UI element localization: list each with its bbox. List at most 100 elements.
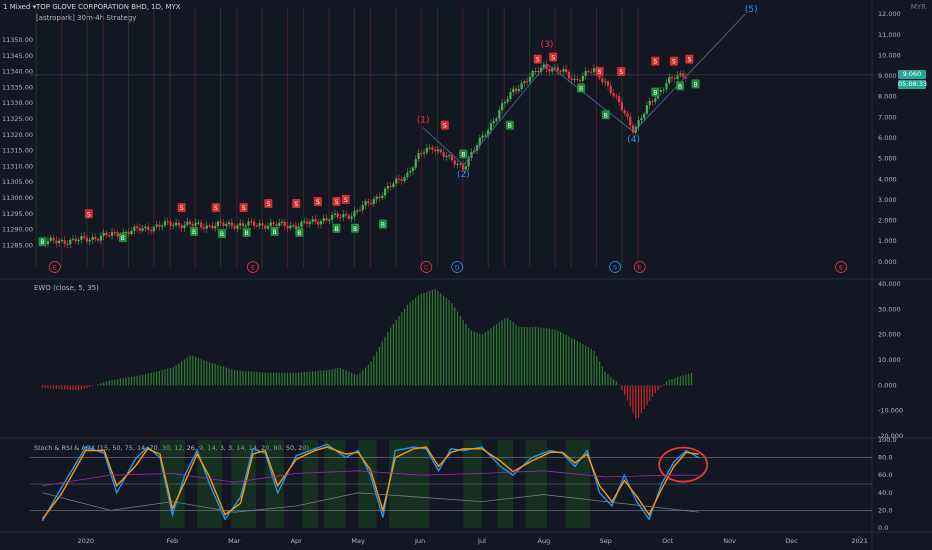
candle-body <box>124 232 128 234</box>
candle-body <box>57 240 61 244</box>
candle-body <box>495 118 498 122</box>
candle-body <box>63 240 66 244</box>
candle-body <box>445 155 448 157</box>
candle-body <box>214 226 217 229</box>
candle-body <box>155 224 158 227</box>
candle-body <box>331 214 334 220</box>
wave-label: (3) <box>541 40 554 50</box>
candle-body <box>325 218 328 221</box>
sell-signal-label: S <box>536 57 540 64</box>
candle-body <box>381 195 384 199</box>
candle-body <box>548 69 551 72</box>
candle-body <box>202 227 206 229</box>
candle-body <box>197 222 200 224</box>
oscillator-axis-tick: 60.0 <box>878 471 892 479</box>
candle-body <box>645 105 649 114</box>
candle-body <box>292 225 295 227</box>
candle-body <box>241 223 245 226</box>
sell-signal-label: S <box>214 205 218 212</box>
cycle-marker-label: E <box>251 265 255 272</box>
candle-body <box>314 218 317 222</box>
right-axis-tick: 4.000 <box>878 175 897 183</box>
candle-body <box>617 96 621 103</box>
candle-body <box>406 172 409 178</box>
x-axis-tick: 2020 <box>77 537 94 545</box>
candle-body <box>431 147 434 150</box>
left-axis-tick: 11310.00 <box>2 162 33 170</box>
left-axis-tick: 11335.00 <box>2 83 33 91</box>
ewo-axis-tick: 10.000 <box>878 356 901 364</box>
right-axis-tick: 2.000 <box>878 217 897 225</box>
candle-body <box>138 228 141 231</box>
candle-body <box>498 110 501 119</box>
x-axis-tick: May <box>351 537 365 545</box>
candle-body <box>77 239 80 242</box>
candle-body <box>643 113 646 119</box>
candle-body <box>395 178 398 184</box>
candle-body <box>200 222 203 228</box>
left-axis-tick: 11295.00 <box>2 210 33 218</box>
candle-body <box>211 225 214 229</box>
x-axis-tick: Oct <box>662 537 674 545</box>
candle-body <box>336 213 339 218</box>
candle-body <box>528 76 532 82</box>
candle-body <box>414 159 417 168</box>
oscillator-axis-tick: 100.0 <box>878 436 897 444</box>
x-axis-tick: Aug <box>538 537 551 545</box>
candle-body <box>255 225 259 227</box>
candle-body <box>464 166 467 170</box>
candle-body <box>651 101 654 103</box>
candle-body <box>97 239 100 241</box>
candle-body <box>350 216 353 219</box>
candle-body <box>512 88 515 93</box>
candle-body <box>303 221 306 223</box>
candle-body <box>526 81 529 83</box>
candle-body <box>436 149 440 152</box>
candle-body <box>258 223 261 226</box>
candle-body <box>581 75 584 81</box>
x-axis-tick: Dec <box>785 537 798 545</box>
candle-body <box>372 199 376 204</box>
wave-line <box>685 13 746 77</box>
candle-body <box>590 71 593 73</box>
candle-body <box>370 203 373 205</box>
candle-body <box>534 71 537 73</box>
candle-body <box>670 77 674 79</box>
candle-body <box>461 164 465 170</box>
candle-body <box>344 214 348 216</box>
candle-body <box>576 79 579 81</box>
buy-signal-label: B <box>604 112 608 119</box>
candle-body <box>319 221 323 225</box>
candle-body <box>113 232 116 234</box>
candle-body <box>682 73 685 77</box>
sell-signal-label: S <box>443 123 447 130</box>
right-axis-tick: 5.000 <box>878 155 897 163</box>
candle-body <box>305 221 309 224</box>
buy-signal-label: B <box>381 222 385 229</box>
candle-body <box>127 232 130 235</box>
candle-body <box>604 81 607 83</box>
ewo-title: EWO (close, 5, 35) <box>34 284 99 292</box>
candle-body <box>133 226 136 231</box>
candle-body <box>358 210 362 212</box>
price-pane: (1)(2)(3)(4)(5)BBB B B B BB BBBBBBBB BSS S SS S S S… <box>30 5 872 273</box>
candle-body <box>99 235 102 241</box>
candle-body <box>397 178 401 180</box>
candle-body <box>230 222 233 227</box>
candle-body <box>105 232 108 236</box>
candle-body <box>492 121 495 124</box>
candle-body <box>375 196 378 200</box>
candle-body <box>208 225 211 227</box>
main-chart[interactable]: (1)(2)(3)(4)(5)BBB B B B BB BBBBBBBB BSS S SS S S S… <box>0 0 932 550</box>
x-axis-tick: Apr <box>291 537 303 545</box>
candle-body <box>500 103 504 111</box>
candle-body <box>158 224 161 227</box>
candle-body <box>180 225 183 229</box>
cycle-marker-label: E <box>53 265 57 272</box>
candle-body <box>130 230 133 235</box>
candle-body <box>311 218 314 222</box>
candle-body <box>517 89 520 92</box>
candle-body <box>244 225 247 227</box>
wave-label: (4) <box>627 135 640 145</box>
candle-body <box>172 225 175 227</box>
